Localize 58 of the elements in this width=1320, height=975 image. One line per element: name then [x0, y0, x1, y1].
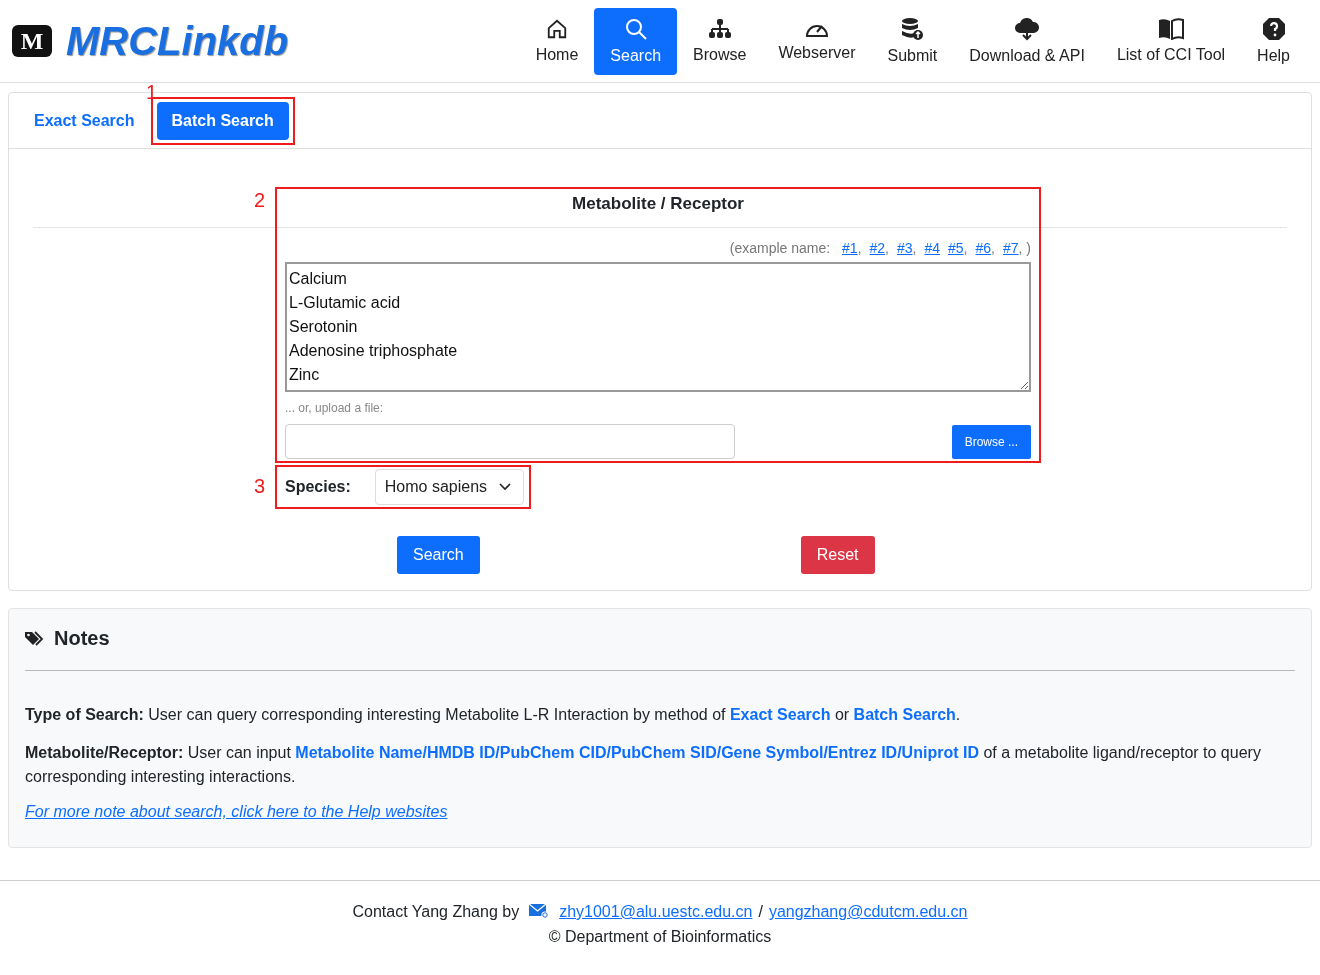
species-select[interactable]: Homo sapiens — [374, 469, 525, 505]
home-icon — [546, 18, 568, 40]
search-button[interactable]: Search — [397, 536, 480, 574]
chevron-down-icon — [499, 483, 512, 491]
upload-label: ... or, upload a file: — [285, 400, 385, 417]
example-link[interactable]: #7 — [1002, 240, 1019, 256]
query-textarea[interactable]: Calcium L-Glutamic acid Serotonin Adenosine triphosphate Zinc — [285, 262, 1031, 392]
email-link[interactable]: zhy1001@alu.uestc.edu.cn — [559, 899, 753, 924]
search-tab[interactable]: Exact Search — [22, 103, 147, 138]
example-link[interactable]: #5 — [948, 240, 964, 256]
separator: , — [857, 240, 862, 256]
search-tab[interactable]: Batch Search — [156, 101, 289, 140]
example-label: (example name: — [729, 240, 831, 256]
tags-icon — [25, 630, 45, 647]
email-link[interactable]: yangzhang@cdutcm.edu.cn — [768, 899, 968, 924]
link[interactable]: Metabolite Name/HMDB ID/PubChem CID/PubChem SID/Gene Symbol/Entrez ID/Uniprot ID — [295, 744, 979, 761]
nav-item[interactable]: Submit — [871, 7, 954, 75]
nav-item[interactable]: Help — [1241, 7, 1306, 75]
nav-item[interactable]: Search — [594, 7, 678, 75]
nav-item[interactable]: Browse — [677, 7, 763, 75]
section-title: Metabolite / Receptor — [571, 193, 745, 215]
browse-button[interactable]: Browse ... — [951, 425, 1031, 459]
separator: , — [1018, 240, 1023, 256]
species-label: Species: — [285, 478, 351, 496]
example-close: ) — [1026, 240, 1031, 256]
nav-item[interactable]: Webserver — [762, 7, 872, 75]
notes-paragraph: Type of Search: User can query corresponding interesting Metabolite L-R Interaction by method of Exact Search or Batch Search. — [25, 705, 962, 725]
example-link[interactable]: #4 — [924, 240, 941, 256]
separator: , — [991, 240, 995, 256]
separator: , — [885, 240, 889, 256]
example-link[interactable]: #1 — [842, 240, 858, 256]
notes-paragraph: Metabolite/Receptor: User can input Metabolite Name/HMDB ID/PubChem CID/PubChem SID/Gene Symbol/Entrez ID/Uniprot ID of a metabolite ligand/receptor to query corresponding interesting interactions. — [25, 743, 1262, 787]
cloud-download-icon — [1014, 17, 1041, 41]
search-icon — [623, 17, 648, 41]
link[interactable]: Batch Search — [853, 706, 956, 723]
help-icon — [1261, 17, 1286, 41]
nav-item[interactable]: List of CCI Tool — [1100, 7, 1242, 75]
example-link[interactable]: #3 — [897, 240, 913, 256]
copyright-text: © Department of Bioinformatics — [547, 927, 773, 947]
reset-button[interactable]: Reset — [800, 536, 875, 574]
nav-item[interactable]: Download & API — [953, 7, 1101, 75]
database-icon — [900, 17, 925, 41]
contact-text: Contact Yang Zhang by — [352, 902, 520, 922]
file-input-field[interactable] — [285, 424, 735, 459]
separator: , — [912, 240, 917, 256]
help-link[interactable]: For more note about search, click here to the Help websites — [25, 803, 448, 820]
book-icon — [1158, 18, 1184, 40]
notes-title: Notes — [54, 627, 110, 650]
sitemap-icon — [707, 18, 732, 40]
separator: / — [758, 902, 763, 922]
annotation-number: 2 — [254, 189, 266, 211]
nav-item[interactable]: Home — [519, 7, 595, 75]
logo-badge: M — [12, 25, 52, 57]
envelope-icon — [529, 904, 550, 919]
annotation-number: 3 — [254, 475, 266, 497]
site-title[interactable]: MRCLinkdb — [66, 18, 289, 64]
link[interactable]: Exact Search — [729, 706, 831, 723]
separator: , — [963, 240, 968, 256]
